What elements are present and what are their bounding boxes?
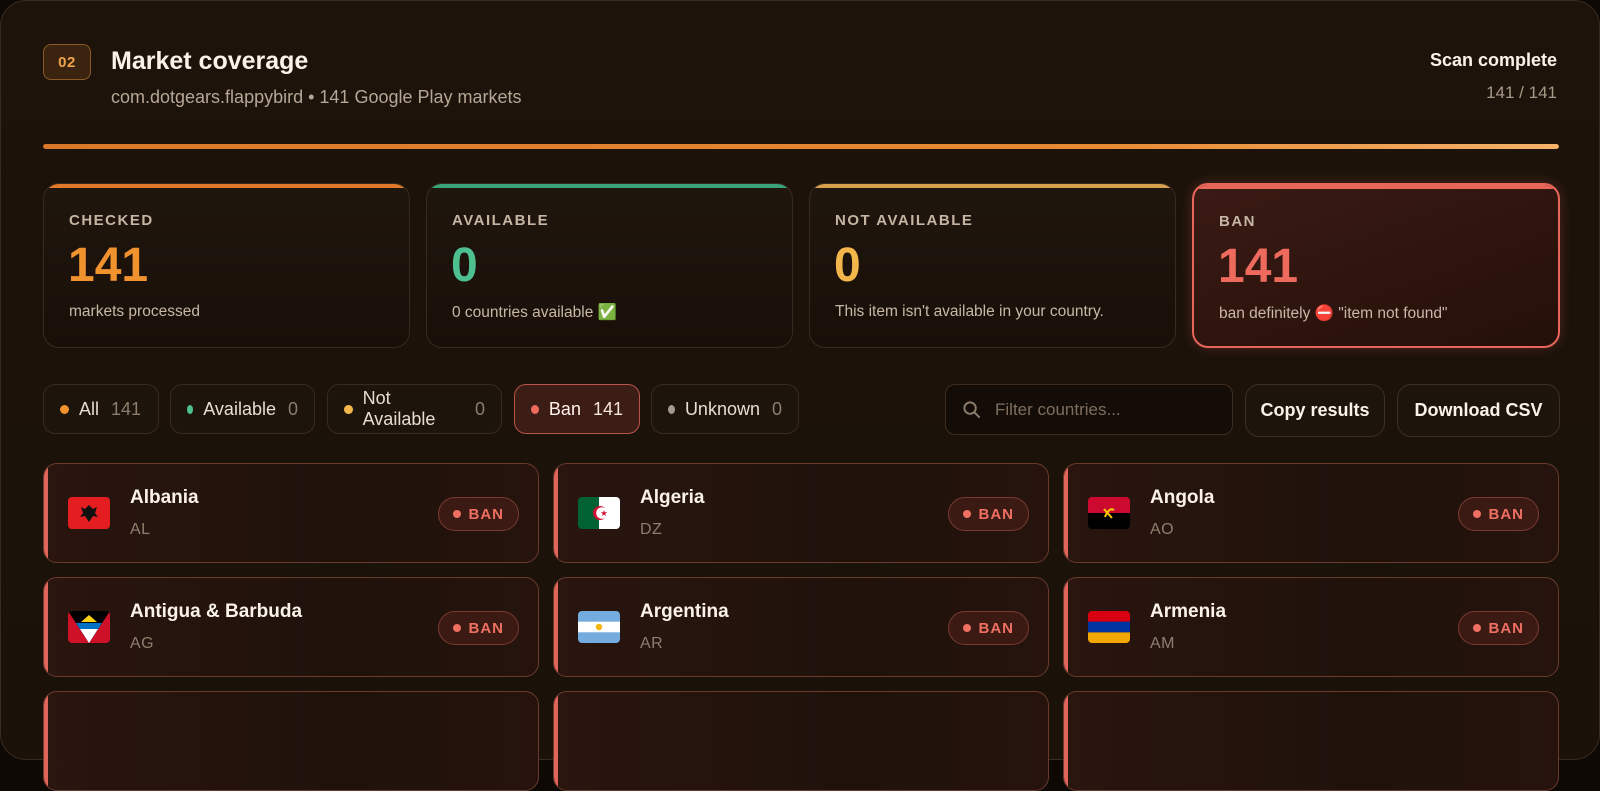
country-name: Algeria: [640, 487, 705, 508]
status-badge: BAN: [947, 611, 1029, 645]
status-badge-label: BAN: [1488, 505, 1524, 523]
filter-chip-ban[interactable]: Ban 141: [514, 384, 640, 434]
search-input[interactable]: [995, 399, 1215, 420]
copy-results-button[interactable]: Copy results: [1245, 384, 1385, 437]
filter-chip-all[interactable]: All 141: [43, 384, 159, 434]
country-card[interactable]: Albania AL BAN: [43, 463, 539, 563]
country-name: Antigua & Barbuda: [130, 601, 303, 622]
status-badge: BAN: [1457, 611, 1539, 645]
progress-fill: [43, 144, 1559, 149]
stat-description: 0 countries available ✅: [452, 304, 617, 321]
country-code: AR: [640, 635, 664, 652]
filter-label: Not Available: [362, 388, 436, 429]
status-badge-label: BAN: [1488, 619, 1524, 637]
status-dot-icon: [962, 510, 971, 518]
stat-value: 0: [451, 239, 478, 292]
status-badge-label: BAN: [468, 619, 504, 637]
status-dot-icon: [452, 510, 461, 518]
stat-label: AVAILABLE: [452, 212, 550, 229]
status-badge-label: BAN: [978, 619, 1014, 637]
status-badge: BAN: [947, 497, 1029, 531]
status-badge: BAN: [437, 497, 519, 531]
search-box[interactable]: [945, 384, 1233, 435]
stat-value: 141: [68, 239, 149, 292]
country-code: DZ: [640, 521, 663, 538]
armenia-flag-icon: [1088, 611, 1130, 643]
stat-description: This item isn't available in your countr…: [835, 303, 1104, 320]
filter-label: Ban: [548, 398, 581, 419]
status-badge: BAN: [437, 611, 519, 645]
country-name: Argentina: [640, 601, 729, 622]
filter-label: All: [79, 398, 100, 419]
albania-flag-icon: [68, 497, 110, 529]
page-title: Market coverage: [111, 47, 309, 75]
filter-count: 0: [474, 398, 485, 419]
country-card[interactable]: [43, 691, 539, 791]
status-dot-icon: [344, 404, 353, 414]
antigua-flag-icon: [68, 611, 110, 643]
stat-card-checked: CHECKED 141 markets processed: [43, 183, 410, 348]
stat-description: ban definitely ⛔ "item not found": [1219, 305, 1448, 322]
country-name: Albania: [130, 487, 199, 508]
country-name: Angola: [1150, 487, 1215, 508]
stat-value: 141: [1218, 240, 1299, 293]
country-code: AM: [1150, 635, 1175, 652]
scan-status: Scan complete: [1429, 50, 1557, 70]
download-csv-button[interactable]: Download CSV: [1397, 384, 1560, 437]
status-dot-icon: [1472, 510, 1481, 518]
filter-count: 0: [771, 398, 782, 419]
filter-chip-unknown[interactable]: Unknown 0: [651, 384, 799, 434]
country-name: Armenia: [1150, 601, 1227, 622]
stat-description: markets processed: [69, 303, 200, 320]
filter-count: 0: [287, 398, 298, 419]
filter-chip-available[interactable]: Available 0: [170, 384, 315, 434]
stat-value: 0: [834, 239, 861, 292]
status-badge-label: BAN: [468, 505, 504, 523]
status-dot-icon: [187, 404, 194, 414]
step-badge: 02: [43, 44, 91, 80]
stat-label: CHECKED: [69, 212, 154, 229]
algeria-flag-icon: [578, 497, 620, 529]
country-card[interactable]: Argentina AR BAN: [553, 577, 1049, 677]
filter-count: 141: [111, 398, 142, 419]
search-icon: [963, 401, 981, 419]
stat-card-not-available: NOT AVAILABLE 0 This item isn't availabl…: [809, 183, 1176, 348]
progress-bar: [43, 144, 1559, 149]
filter-count: 141: [592, 398, 623, 419]
status-dot-icon: [452, 624, 461, 632]
filter-label: Unknown: [684, 398, 760, 419]
country-card[interactable]: Antigua & Barbuda AG BAN: [43, 577, 539, 677]
stat-label: BAN: [1219, 213, 1256, 230]
angola-flag-icon: [1088, 497, 1130, 529]
status-dot-icon: [531, 404, 539, 414]
status-badge-label: BAN: [978, 505, 1014, 523]
country-card[interactable]: Algeria DZ BAN: [553, 463, 1049, 563]
status-dot-icon: [60, 404, 69, 414]
scan-count: 141 / 141: [1486, 83, 1557, 102]
stat-label: NOT AVAILABLE: [835, 212, 974, 229]
filter-chip-not-available[interactable]: Not Available 0: [327, 384, 502, 434]
country-code: AG: [130, 635, 155, 652]
country-card[interactable]: Angola AO BAN: [1063, 463, 1559, 563]
page-subtitle: com.dotgears.flappybird • 141 Google Pla…: [111, 87, 522, 107]
status-dot-icon: [668, 404, 675, 414]
country-card[interactable]: [1063, 691, 1559, 791]
status-badge: BAN: [1457, 497, 1539, 531]
status-dot-icon: [1472, 624, 1481, 632]
country-card[interactable]: [553, 691, 1049, 791]
country-card[interactable]: Armenia AM BAN: [1063, 577, 1559, 677]
market-coverage-panel: 02 Market coverage com.dotgears.flappybi…: [0, 0, 1600, 791]
country-code: AO: [1150, 521, 1175, 538]
status-dot-icon: [962, 624, 971, 632]
argentina-flag-icon: [578, 611, 620, 643]
stat-card-ban: BAN 141 ban definitely ⛔ "item not found…: [1192, 183, 1560, 348]
filter-label: Available: [203, 398, 276, 419]
country-code: AL: [130, 521, 151, 538]
stat-card-available: AVAILABLE 0 0 countries available ✅: [426, 183, 793, 348]
